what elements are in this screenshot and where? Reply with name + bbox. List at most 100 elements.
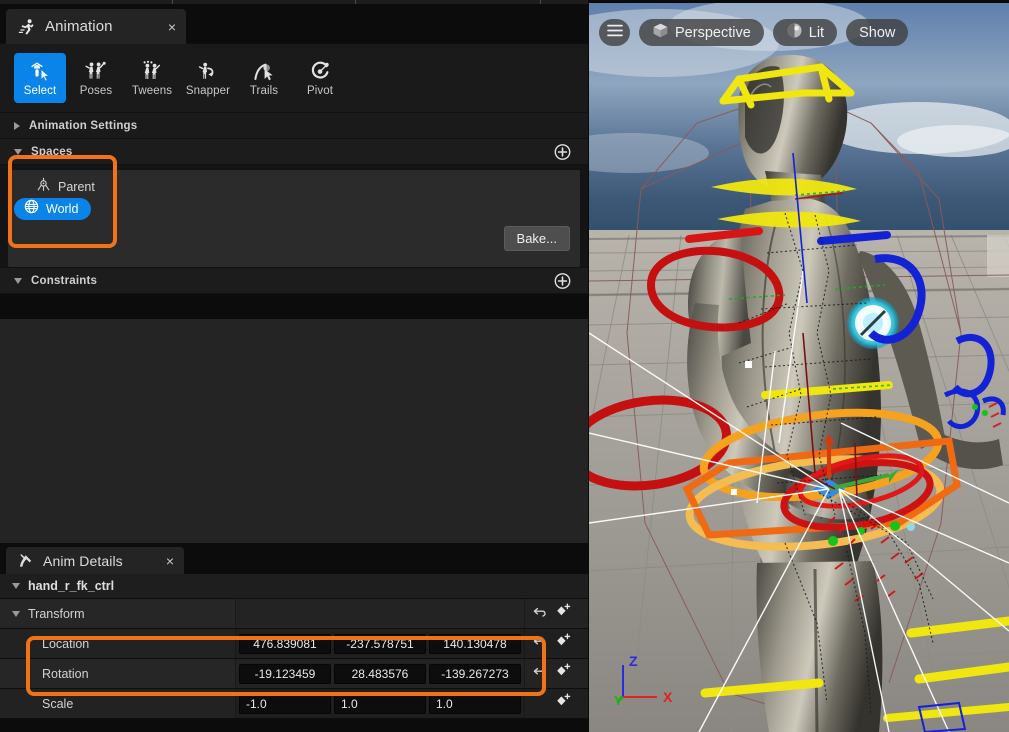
rotation-z-input[interactable]: -139.267273 [429, 663, 521, 684]
add-keyframe-icon[interactable] [555, 663, 572, 684]
viewport-menu-button[interactable] [599, 19, 630, 46]
add-keyframe-icon[interactable] [555, 633, 572, 654]
tab-anim-details-label: Anim Details [43, 552, 123, 569]
tab-anim-details[interactable]: Anim Details × [6, 547, 184, 574]
tool-snapper[interactable]: Snapper [182, 53, 234, 103]
scale-fields: -1.0 1.0 1.0 [236, 689, 524, 718]
tool-tweens-label: Tweens [131, 84, 173, 97]
svg-text:X: X [663, 689, 673, 705]
transform-group-fields [236, 599, 524, 628]
viewport-show-label: Show [859, 24, 896, 41]
section-spaces-label: Spaces [31, 145, 73, 158]
undo-arrow-icon[interactable] [533, 604, 549, 623]
scale-z-input[interactable]: 1.0 [429, 693, 521, 714]
location-fields: 476.839081 -237.578751 140.130478 [236, 629, 524, 658]
svg-text:Z: Z [629, 653, 638, 669]
anim-details-panel: Anim Details × hand_r_fk_ctrl Transform [0, 543, 588, 732]
tab-anim-details-close-icon[interactable]: × [144, 554, 174, 568]
spaces-body: Parent World Bake... [0, 165, 588, 268]
animation-tabstrip: Animation × [0, 0, 588, 44]
location-y-input[interactable]: -237.578751 [334, 633, 426, 654]
undo-arrow-icon[interactable] [533, 634, 549, 653]
section-constraints[interactable]: Constraints [0, 268, 588, 294]
tab-animation[interactable]: Animation × [6, 9, 186, 44]
undo-arrow-icon[interactable] [533, 664, 549, 683]
viewport-render [589, 3, 1009, 732]
transform-group-label: Transform [28, 606, 85, 621]
space-item-parent[interactable]: Parent [14, 176, 95, 198]
tool-select-label: Select [23, 84, 57, 97]
anim-details-object-row[interactable]: hand_r_fk_ctrl [0, 574, 588, 599]
viewport-show-button[interactable]: Show [846, 19, 909, 46]
location-name-cell: Location [0, 629, 236, 658]
tabstrip-ruler [0, 0, 588, 4]
add-constraint-button[interactable] [554, 272, 571, 289]
poses-icon [85, 61, 106, 79]
rotation-x-input[interactable]: -19.123459 [239, 663, 331, 684]
table-row[interactable]: Scale -1.0 1.0 1.0 [0, 689, 588, 719]
bake-row: Bake... [8, 220, 580, 259]
bake-button[interactable]: Bake... [503, 226, 570, 251]
chevron-down-icon-object [12, 583, 20, 589]
chevron-down-icon [14, 148, 22, 155]
space-item-world[interactable]: World [14, 198, 92, 220]
tool-snapper-label: Snapper [185, 84, 231, 97]
constraints-empty-area [0, 319, 588, 543]
tool-trails[interactable]: Trails [238, 53, 290, 103]
spaces-list: Parent World Bake... [8, 170, 580, 267]
viewport-viewmode-label: Lit [808, 24, 825, 41]
rotation-actions [524, 659, 588, 688]
table-row[interactable]: Rotation -19.123459 28.483576 -139.26727… [0, 659, 588, 689]
tool-poses-label: Poses [79, 84, 113, 97]
viewport-viewmode-button[interactable]: Lit [772, 19, 838, 46]
animation-toolbar: Select Poses Tweens Snapper Trails Pivot [0, 44, 588, 113]
add-keyframe-icon[interactable] [555, 693, 572, 714]
axis-indicator: Z X Y [613, 653, 681, 710]
section-animation-settings-label: Animation Settings [29, 119, 138, 132]
location-x-input[interactable]: 476.839081 [239, 633, 331, 654]
transform-group-actions [524, 599, 588, 628]
rotation-fields: -19.123459 28.483576 -139.267273 [236, 659, 524, 688]
scale-label: Scale [42, 696, 74, 711]
section-spaces[interactable]: Spaces [0, 139, 588, 165]
tool-poses[interactable]: Poses [70, 53, 122, 103]
location-z-input[interactable]: 140.130478 [429, 633, 521, 654]
viewport-toolbar: Perspective Lit Show [599, 19, 909, 46]
select-cursor-icon [31, 61, 51, 82]
section-constraints-label: Constraints [31, 274, 98, 287]
cube-perspective-icon [652, 22, 669, 43]
tab-animation-close-icon[interactable]: × [142, 20, 176, 34]
viewport-camera-label: Perspective [675, 24, 751, 41]
chevron-down-icon-transform [12, 610, 20, 617]
scale-x-input[interactable]: -1.0 [239, 693, 331, 714]
rotation-y-input[interactable]: 28.483576 [334, 663, 426, 684]
transform-group-row[interactable]: Transform [0, 599, 588, 629]
anim-details-icon [17, 552, 35, 570]
pivot-icon [311, 61, 329, 79]
space-item-parent-label: Parent [58, 180, 95, 194]
trails-icon [254, 63, 273, 80]
viewport-3d[interactable]: Perspective Lit Show Z X Y [589, 3, 1009, 732]
lit-sphere-icon [786, 22, 803, 43]
location-actions [524, 629, 588, 658]
tool-tweens[interactable]: Tweens [126, 53, 178, 103]
tool-select[interactable]: Select [14, 53, 66, 103]
viewport-camera-button[interactable]: Perspective [639, 19, 764, 46]
add-space-button[interactable] [554, 143, 571, 160]
globe-icon [24, 199, 39, 219]
location-label: Location [42, 636, 90, 651]
tool-pivot[interactable]: Pivot [294, 53, 346, 103]
scale-actions [524, 689, 588, 718]
chevron-down-icon-constraints [14, 277, 22, 284]
tool-trails-label: Trails [249, 84, 279, 97]
space-item-world-label: World [46, 202, 79, 216]
tweens-icon [143, 60, 161, 79]
hamburger-menu-icon [606, 24, 623, 41]
add-keyframe-icon[interactable] [555, 603, 572, 624]
section-animation-settings[interactable]: Animation Settings [0, 113, 588, 139]
scale-y-input[interactable]: 1.0 [334, 693, 426, 714]
chevron-right-icon [14, 121, 20, 130]
rotation-label: Rotation [42, 666, 89, 681]
table-row[interactable]: Location 476.839081 -237.578751 140.1304… [0, 629, 588, 659]
running-man-icon [18, 18, 36, 36]
